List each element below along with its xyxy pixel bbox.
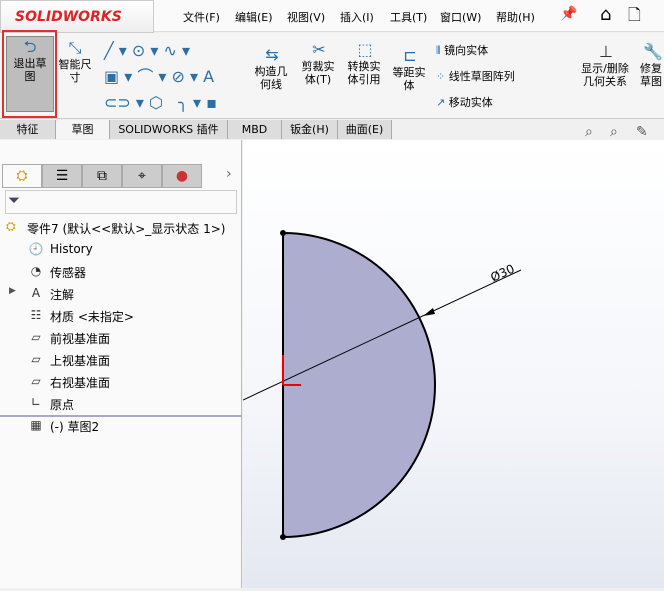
pin-icon[interactable]: 📌: [560, 6, 577, 22]
mirror-icon: ⫴: [436, 44, 445, 57]
chevron-right-icon[interactable]: ›: [226, 166, 232, 182]
tab-sheetmetal[interactable]: 钣金(H): [282, 120, 338, 139]
tree-item-top-plane[interactable]: 上视基准面: [50, 352, 110, 369]
menu-file[interactable]: 文件(F): [183, 9, 220, 25]
menu-tools[interactable]: 工具(T): [390, 9, 427, 25]
semicircle-sketch[interactable]: [282, 231, 436, 539]
feature-tree-tab[interactable]: ⛭: [2, 164, 42, 188]
smart-dimension-icon: ⤡: [68, 38, 82, 57]
appearance-tab[interactable]: ●: [162, 164, 202, 188]
material-icon: ☷: [30, 308, 42, 322]
sensor-icon: ◔: [30, 264, 42, 278]
tab-mbd[interactable]: MBD: [228, 120, 282, 139]
repair-sketch-button[interactable]: 🔧 修复草图: [638, 42, 664, 88]
tab-surfaces[interactable]: 曲面(E): [338, 120, 392, 139]
trim-entities-button[interactable]: ✂ 剪裁实体(T): [298, 40, 340, 86]
tab-sketch[interactable]: 草图: [56, 120, 110, 139]
dimxpert-tab[interactable]: ⌖: [122, 164, 162, 188]
endpoint: [280, 230, 286, 236]
smart-dimension-button[interactable]: ⤡ 智能尺寸: [57, 38, 93, 84]
endpoint: [280, 534, 286, 540]
linear-pattern-button[interactable]: ⁘ 线性草图阵列: [436, 68, 515, 84]
graphics-area[interactable]: Ø30: [242, 140, 664, 588]
part-icon: ⛭: [6, 219, 16, 233]
home-icon[interactable]: ⌂: [600, 4, 611, 25]
property-manager-tab[interactable]: ☰: [42, 164, 82, 188]
highlight-box: [2, 30, 57, 118]
mirror-button[interactable]: ⫴ 镜向实体: [436, 42, 488, 58]
menu-help[interactable]: 帮助(H): [496, 9, 535, 25]
tree-item-sensors[interactable]: 传感器: [50, 264, 86, 281]
pattern-icon: ⁘: [436, 70, 449, 83]
tree-item-history[interactable]: History: [50, 242, 93, 256]
scissors-icon: ✂: [312, 40, 326, 59]
expand-icon[interactable]: ▶: [9, 286, 16, 296]
plane-icon: ▱: [31, 330, 41, 344]
origin-icon: ∟: [30, 395, 42, 409]
relations-icon: ⊥: [599, 42, 613, 61]
solidworks-logo[interactable]: SOLIDWORKS: [0, 0, 154, 33]
sketch-entity-tools[interactable]: ╱ ▾ ⊙ ▾ ∿ ▾ ▣ ▾ ⌒ ▾ ⊘ ▾ A ⊂⊃ ▾ ⬡ ╮ ▾ ▪: [104, 38, 244, 116]
cube-icon: ⬚: [357, 40, 373, 59]
convert-entities-button[interactable]: ⬚ 转换实体引用: [344, 40, 386, 86]
zoom-area-icon[interactable]: ⌕: [610, 124, 618, 140]
zoom-to-fit-icon[interactable]: ⌕: [585, 124, 593, 140]
tree-item-right-plane[interactable]: 右视基准面: [50, 374, 110, 391]
tab-addins[interactable]: SOLIDWORKS 插件: [110, 120, 228, 139]
plane-icon: ▱: [31, 352, 41, 366]
menu-view[interactable]: 视图(V): [287, 9, 325, 25]
tree-item-front-plane[interactable]: 前视基准面: [50, 330, 110, 347]
tree-root[interactable]: 零件7 (默认<<默认>_显示状态 1>): [27, 220, 225, 237]
sketch-icon: ▦: [30, 418, 42, 432]
construction-geometry-button[interactable]: ⇆ 构造几何线: [252, 45, 292, 91]
new-document-icon[interactable]: 🗋: [628, 4, 641, 31]
diameter-dimension[interactable]: Ø30: [488, 262, 516, 285]
tree-item-annotations[interactable]: 注解: [50, 286, 74, 303]
rollback-bar[interactable]: [0, 415, 242, 417]
configuration-tab[interactable]: ⧉: [82, 164, 122, 188]
filter-icon: ⏷: [8, 191, 21, 209]
menu-insert[interactable]: 插入(I): [340, 9, 374, 25]
move-icon: ↗: [436, 96, 449, 109]
previous-view-icon[interactable]: ✎: [636, 124, 648, 140]
show-relations-button[interactable]: ⊥ 显示/删除几何关系: [578, 42, 634, 88]
sketch-drawing: Ø30: [242, 230, 522, 540]
dimension-arrow: [423, 308, 435, 316]
tree-item-sketch2[interactable]: (-) 草图2: [50, 418, 99, 435]
plane-icon: ▱: [31, 374, 41, 388]
tab-features[interactable]: 特征: [0, 120, 56, 139]
history-icon: 🕘: [28, 242, 44, 256]
menu-edit[interactable]: 编辑(E): [235, 9, 273, 25]
offset-entities-button[interactable]: ⊏ 等距实体: [390, 46, 430, 92]
annotation-icon: A: [31, 286, 41, 300]
filter-box[interactable]: ⏷: [5, 190, 237, 214]
move-entities-button[interactable]: ↗ 移动实体: [436, 94, 493, 110]
tree-item-material[interactable]: 材质 <未指定>: [50, 308, 134, 325]
repair-icon: 🔧: [643, 42, 663, 61]
menu-window[interactable]: 窗口(W): [440, 9, 481, 25]
tree-item-origin[interactable]: 原点: [50, 396, 74, 413]
construction-icon: ⇆: [265, 45, 279, 64]
offset-icon: ⊏: [403, 46, 417, 65]
